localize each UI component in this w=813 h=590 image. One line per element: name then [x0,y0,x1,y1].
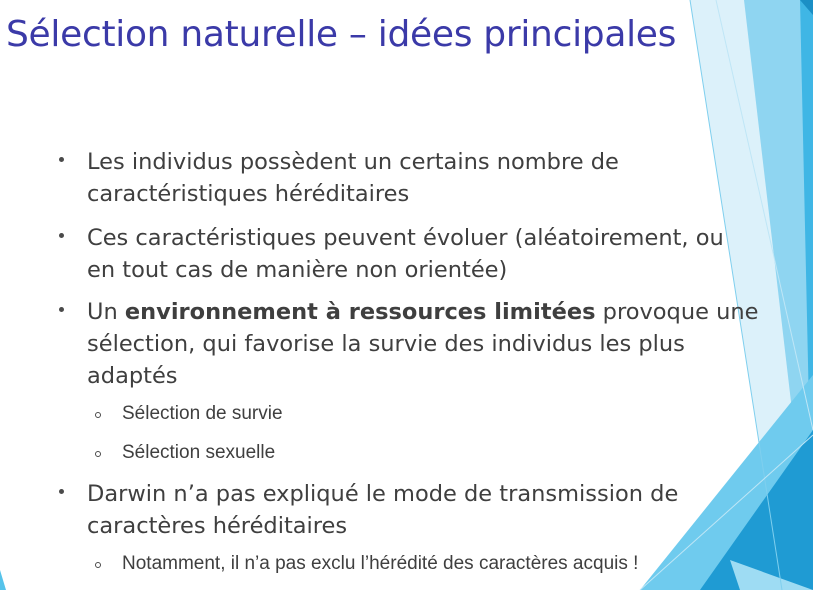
bullet-text-prefix: Un [87,299,125,325]
bullet-text-line: adaptés [87,363,178,389]
sub-bullet-text: Notamment, il n’a pas exclu l’hérédité d… [122,553,639,574]
bullet-text-line: caractères héréditaires [87,513,348,539]
bullet-text-line: Un environnement à ressources limitées p… [87,296,777,328]
sub-bullet-circle-icon [95,412,101,418]
bullet-text-line: caractéristiques héréditaires [87,181,410,207]
bullet-text-line: Darwin n’a pas expliqué le mode de trans… [87,481,679,507]
bullet-list: Les individus possèdent un certains nomb… [0,0,813,590]
bullet-text-line: Ces caractéristiques peuvent évoluer (al… [87,225,724,251]
bullet-item: Les individus possèdent un certains nomb… [59,146,777,210]
sub-bullet-circle-icon [95,562,101,568]
bullet-item: Un environnement à ressources limitées p… [59,296,777,392]
sub-bullet-item: Sélection sexuelle [95,441,742,465]
bullet-item: Darwin n’a pas expliqué le mode de trans… [59,478,777,542]
bullet-text-line: en tout cas de manière non orientée) [87,257,508,283]
bullet-dot-icon [59,489,64,494]
sub-bullet-text: Sélection sexuelle [122,442,276,463]
bullet-dot-icon [59,157,64,162]
bullet-text-suffix: provoque une [595,299,759,325]
sub-bullet-circle-icon [95,451,101,457]
bullet-dot-icon [59,233,64,238]
sub-bullet-item: Sélection de survie [95,402,742,426]
bullet-text-line: sélection, qui favorise la survie des in… [87,331,685,357]
bullet-text-line: Les individus possèdent un certains nomb… [87,149,619,175]
bullet-dot-icon [59,307,64,312]
bullet-text-emphasis: environnement à ressources limitées [124,299,596,325]
sub-bullet-text: Sélection de survie [122,403,283,424]
sub-bullet-item: Notamment, il n’a pas exclu l’hérédité d… [95,552,742,576]
bullet-item: Ces caractéristiques peuvent évoluer (al… [59,222,777,286]
